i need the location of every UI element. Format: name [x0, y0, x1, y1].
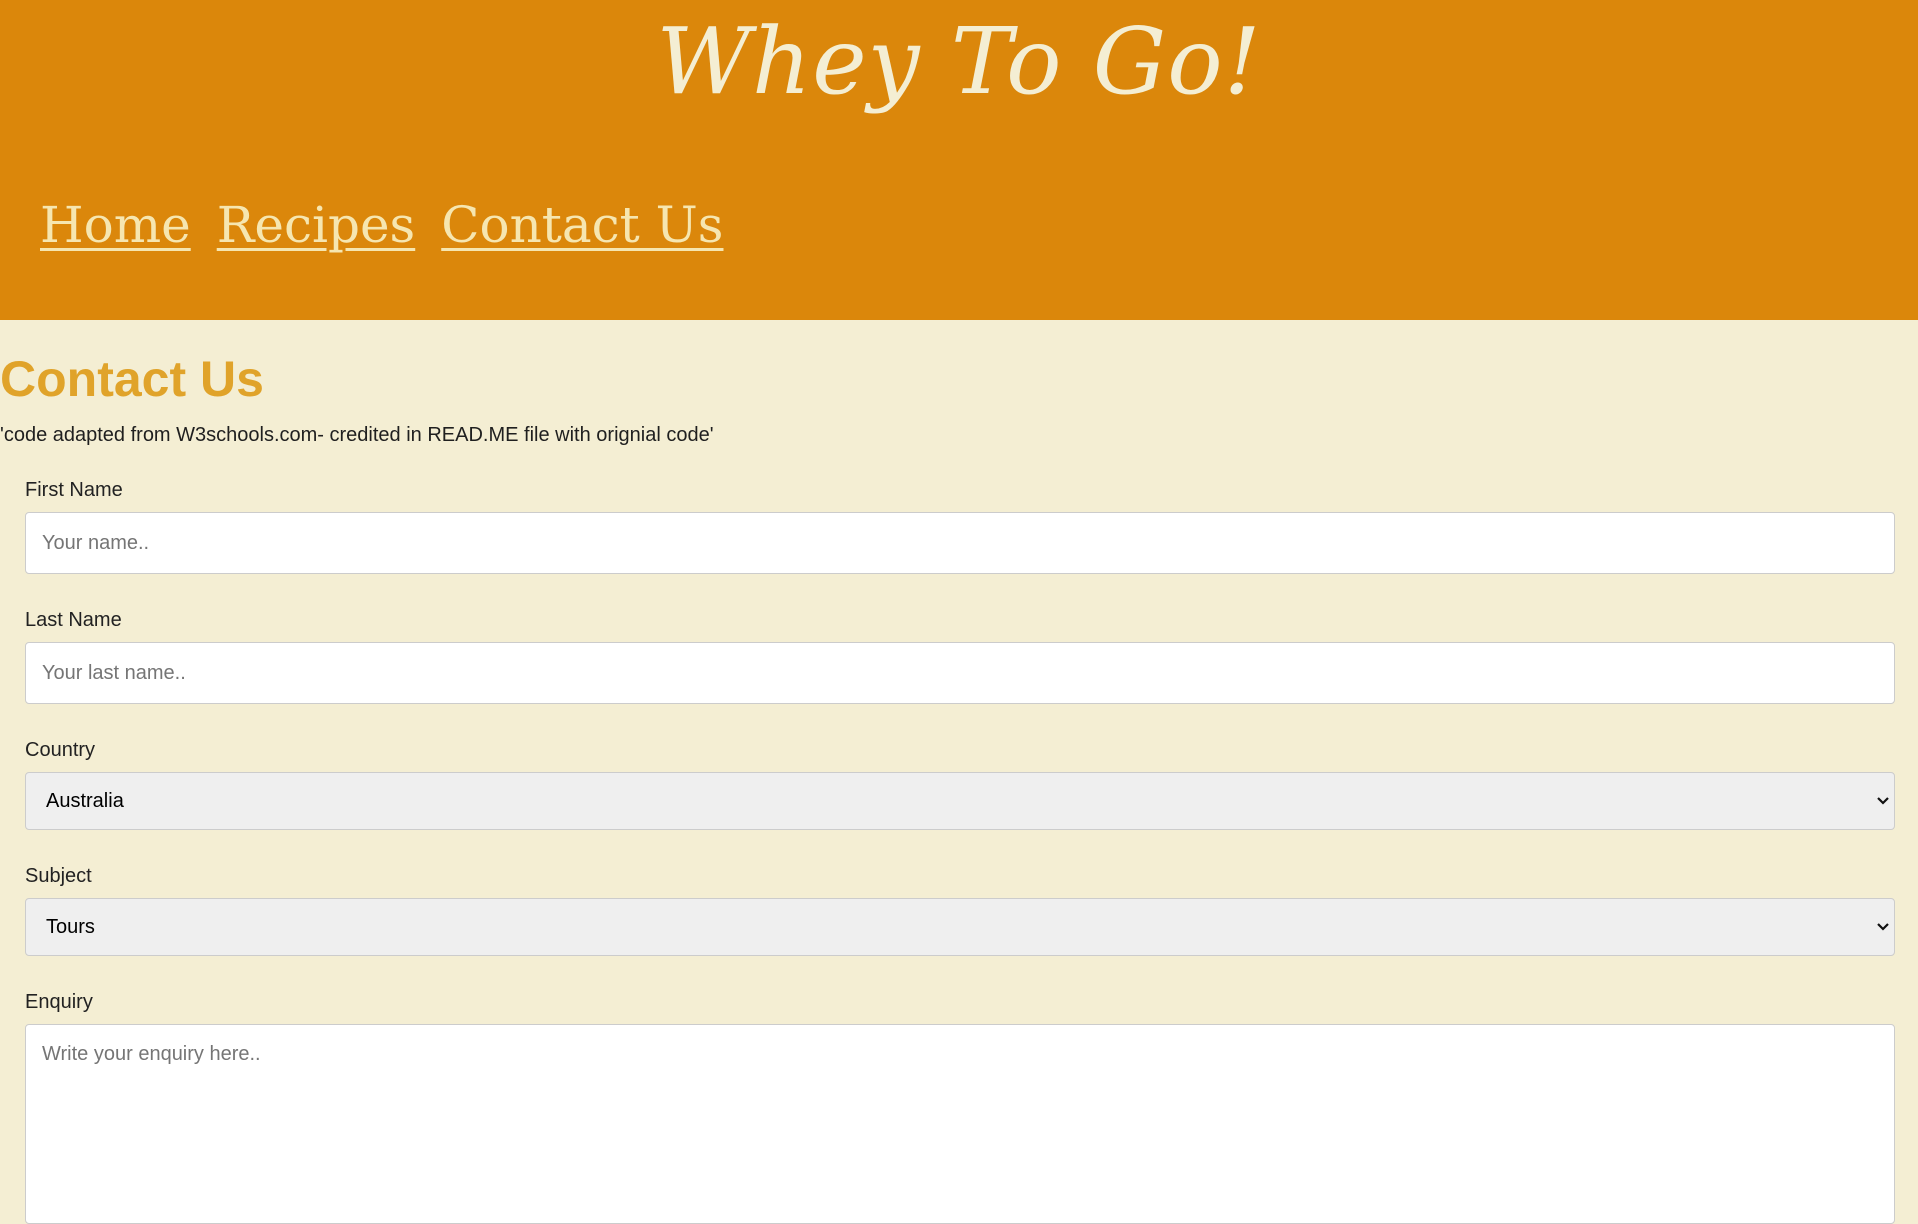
country-selected-value: Australia: [46, 790, 124, 812]
subject-selected-value: Tours: [46, 916, 95, 938]
enquiry-label: Enquiry: [25, 991, 93, 1013]
nav-link-home[interactable]: Home: [40, 196, 191, 254]
enquiry-textarea[interactable]: Write your enquiry here..: [25, 1024, 1895, 1224]
chevron-down-icon: [1876, 773, 1890, 853]
nav-link-contact-us[interactable]: Contact Us: [441, 196, 723, 254]
nav-link-recipes[interactable]: Recipes: [217, 196, 416, 254]
last-name-label: Last Name: [25, 609, 122, 631]
country-label: Country: [25, 739, 96, 761]
country-select[interactable]: Australia: [25, 772, 1895, 830]
main-nav: Home Recipes Contact Us: [40, 196, 723, 254]
subject-select[interactable]: Tours: [25, 898, 1895, 956]
subject-label: Subject: [25, 865, 92, 887]
first-name-label: First Name: [25, 479, 123, 501]
site-title: Whey To Go!: [656, 8, 1262, 115]
site-header: Whey To Go! Home Recipes Contact Us: [0, 0, 1918, 320]
contact-form: First Name Your name.. Last Name Your la…: [25, 478, 1895, 1224]
chevron-down-icon: [1876, 899, 1890, 979]
last-name-input[interactable]: Your last name..: [25, 642, 1895, 704]
page-title: Contact Us: [0, 351, 264, 407]
credit-note: 'code adapted from W3schools.com- credit…: [0, 424, 714, 446]
first-name-input[interactable]: Your name..: [25, 512, 1895, 574]
